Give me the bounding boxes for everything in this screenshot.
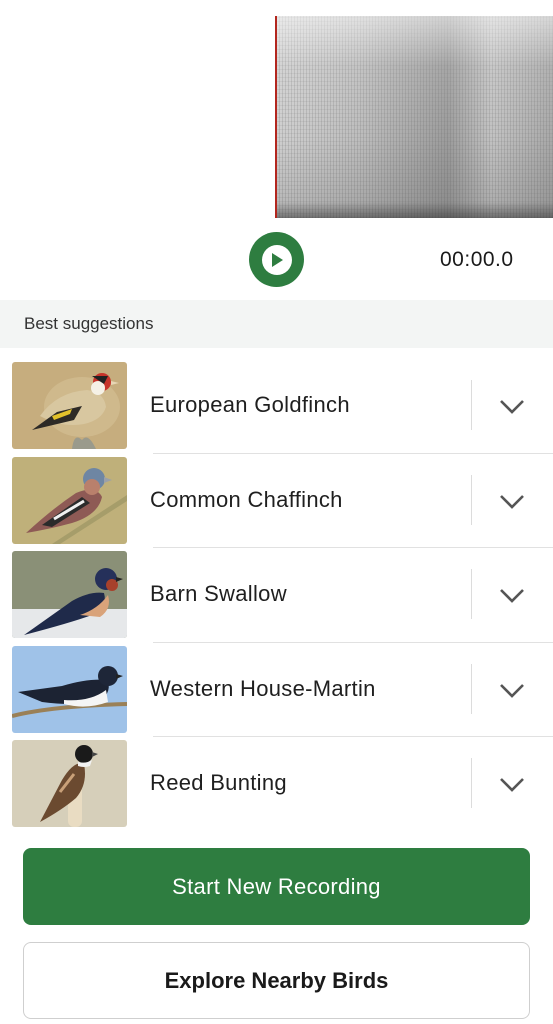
bird-photo (12, 740, 127, 827)
divider (471, 474, 472, 525)
bird-photo (12, 362, 127, 449)
row-divider (153, 452, 553, 454)
playback-time: 00:00.0 (440, 248, 514, 271)
bird-name: Western House-Martin (150, 675, 376, 701)
row-divider (153, 547, 553, 548)
play-icon (261, 244, 292, 275)
list-item[interactable]: Barn Swallow (0, 551, 553, 646)
suggestion-list: European Goldfinch Common Chaffinch Barn… (0, 362, 553, 835)
play-button[interactable] (249, 232, 304, 287)
row-divider (153, 641, 553, 643)
bird-name: Common Chaffinch (150, 486, 343, 512)
list-item[interactable]: Common Chaffinch (0, 456, 553, 552)
bird-name: Barn Swallow (150, 581, 287, 606)
divider (471, 569, 472, 619)
list-item[interactable]: European Goldfinch (0, 362, 553, 457)
chevron-down-icon[interactable] (496, 770, 528, 798)
chevron-down-icon[interactable] (496, 487, 528, 515)
divider (471, 663, 472, 714)
divider (471, 758, 472, 808)
list-item[interactable]: Western House-Martin (0, 645, 553, 741)
bird-photo (12, 551, 127, 638)
chevron-down-icon[interactable] (496, 581, 528, 609)
bird-name: Reed Bunting (150, 770, 287, 795)
spectrogram-panel: 00:00.0 (0, 0, 553, 287)
divider (471, 380, 472, 430)
section-header: Best suggestions (0, 300, 553, 348)
row-divider (153, 736, 553, 737)
bird-photo (12, 645, 127, 733)
chevron-down-icon[interactable] (496, 676, 528, 704)
bird-name: European Goldfinch (150, 392, 350, 417)
bird-photo (12, 456, 127, 544)
explore-nearby-button[interactable]: Explore Nearby Birds (23, 942, 530, 1019)
spectrogram[interactable] (276, 16, 553, 218)
list-item[interactable]: Reed Bunting (0, 740, 553, 835)
start-recording-button[interactable]: Start New Recording (23, 848, 530, 925)
chevron-down-icon[interactable] (496, 392, 528, 420)
playhead[interactable] (275, 16, 277, 218)
